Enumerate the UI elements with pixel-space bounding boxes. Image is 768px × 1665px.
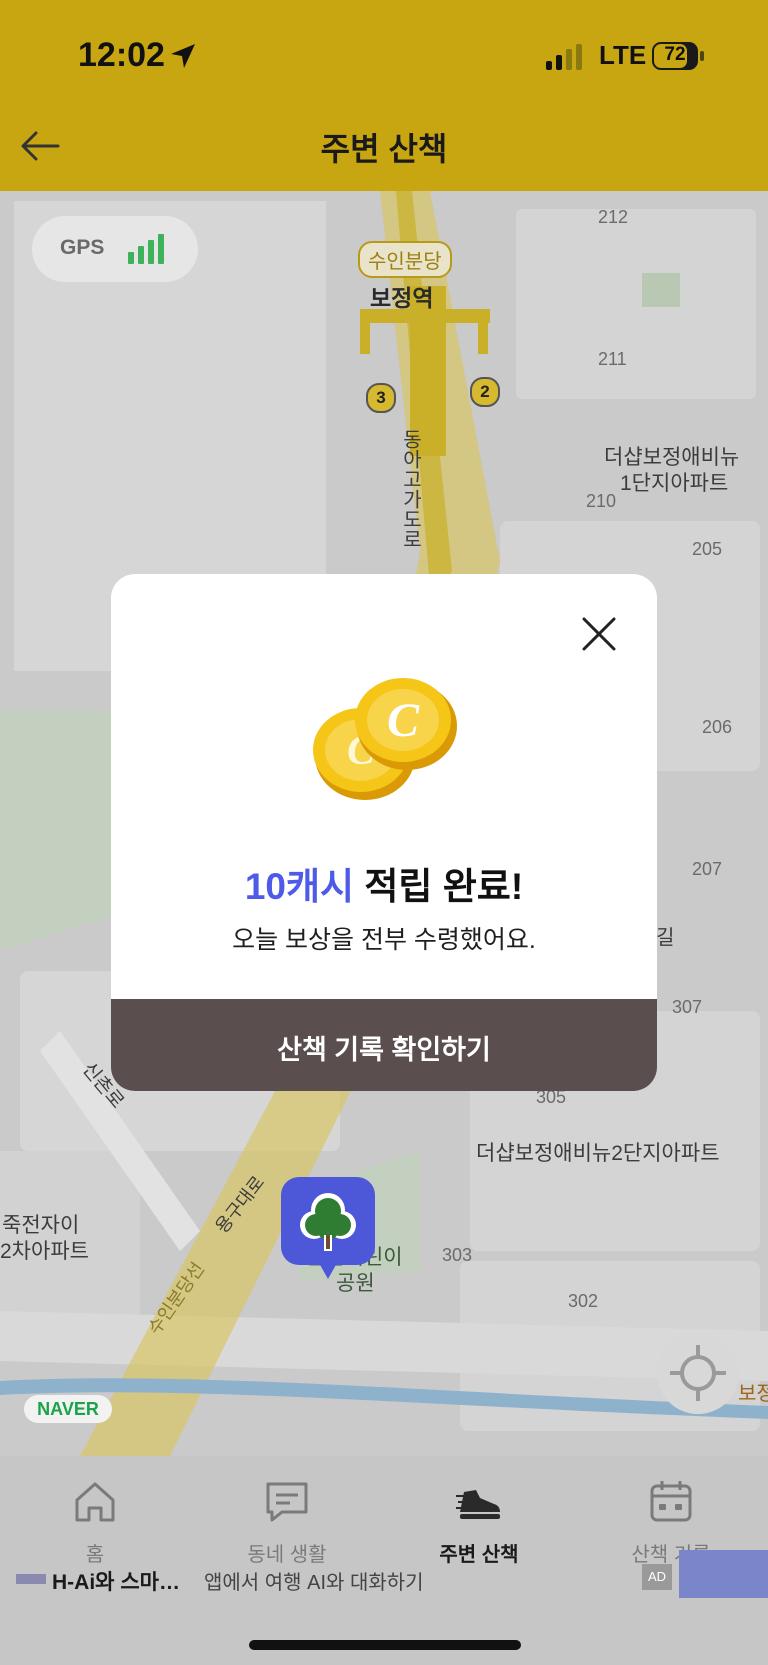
network-type: LTE (599, 40, 647, 70)
block-number: 206 (702, 717, 733, 737)
reward-headline: 10캐시 적립 완료! (111, 856, 657, 910)
home-indicator[interactable] (249, 1640, 521, 1650)
app-header: 12:02 LTE 72 주변 산책 (0, 0, 768, 191)
reward-headline-text: 적립 완료! (354, 866, 524, 907)
sneaker-icon (456, 1490, 500, 1519)
page-title: 주변 산책 (320, 131, 448, 167)
ad-badge: AD (642, 1564, 672, 1590)
ad-thumbnail-image (679, 1550, 768, 1598)
naver-logo: NAVER (24, 1395, 112, 1423)
cellular-signal-icon (546, 44, 582, 70)
ad-description: 앱에서 여행 AI와 대화하기 (204, 1572, 424, 1594)
coin-letter-front: C (387, 694, 420, 747)
reward-subtext: 오늘 보상을 전부 수령했어요. (232, 926, 536, 954)
bottom-tab-bar: 홈 동네 생활 주변 산책 산책 기록 H-Ai와 스마… 앱에서 여행 AI와… (0, 1456, 768, 1665)
block-number: 212 (598, 207, 629, 227)
coins-icon: C C (313, 678, 457, 800)
block-number: 307 (672, 997, 703, 1017)
block-number: 302 (568, 1291, 599, 1311)
ad-title: H-Ai와 스마… (52, 1571, 180, 1594)
apartment-label-3b: 2차아파트 (0, 1240, 89, 1263)
block-number: 303 (442, 1245, 473, 1265)
block-number: 205 (692, 539, 723, 559)
close-icon[interactable] (581, 616, 617, 652)
apartment-label-2: 더샵보정애비뉴2단지아파트 (476, 1142, 720, 1165)
tab-home[interactable]: 홈 (20, 1468, 170, 1568)
location-arrow-icon (171, 44, 195, 68)
block-number: 211 (598, 349, 627, 369)
station-name-label[interactable]: 보정역 (370, 279, 433, 313)
gps-signal-icon (128, 234, 164, 264)
view-walk-record-button[interactable]: 산책 기록 확인하기 (111, 999, 657, 1091)
reward-modal: C C 10캐시 적립 완료! 오늘 보상을 전부 수령했어요. 산책 기록 확… (111, 574, 657, 1091)
current-location-icon[interactable] (657, 1332, 739, 1414)
naver-logo-text: NAVER (37, 1399, 99, 1419)
edge-label-right2: 길 (656, 927, 675, 949)
battery-level: 72 (664, 44, 686, 65)
gps-label: GPS (60, 236, 105, 259)
apartment-label-1b: 1단지아파트 (620, 472, 729, 495)
battery-icon: 72 (652, 42, 704, 70)
reward-amount: 10캐시 (244, 866, 355, 907)
exit-2-badge: 2 (470, 377, 500, 407)
tab-neighborhood[interactable]: 동네 생활 (212, 1468, 362, 1568)
gps-status-pill: GPS (32, 216, 198, 282)
calendar-icon (650, 1481, 692, 1522)
block-number: 210 (586, 491, 617, 511)
ad-brand-logo (16, 1574, 46, 1584)
chat-icon (266, 1482, 308, 1522)
block-number: 207 (692, 859, 723, 879)
edge-label-right: 보정 (738, 1383, 768, 1405)
tab-walk[interactable]: 주변 산책 (404, 1468, 554, 1568)
road-label-donga: 동아고가도로 (399, 429, 421, 549)
view-walk-record-label: 산책 기록 확인하기 (277, 1035, 491, 1065)
exit-3-badge: 3 (366, 383, 396, 413)
tree-location-marker-icon[interactable] (281, 1177, 375, 1287)
station-line-label: 수인분당 (358, 241, 452, 278)
home-icon (75, 1482, 115, 1522)
status-time: 12:02 (78, 36, 165, 74)
ad-banner[interactable]: H-Ai와 스마… 앱에서 여행 AI와 대화하기 AD (0, 1550, 768, 1606)
